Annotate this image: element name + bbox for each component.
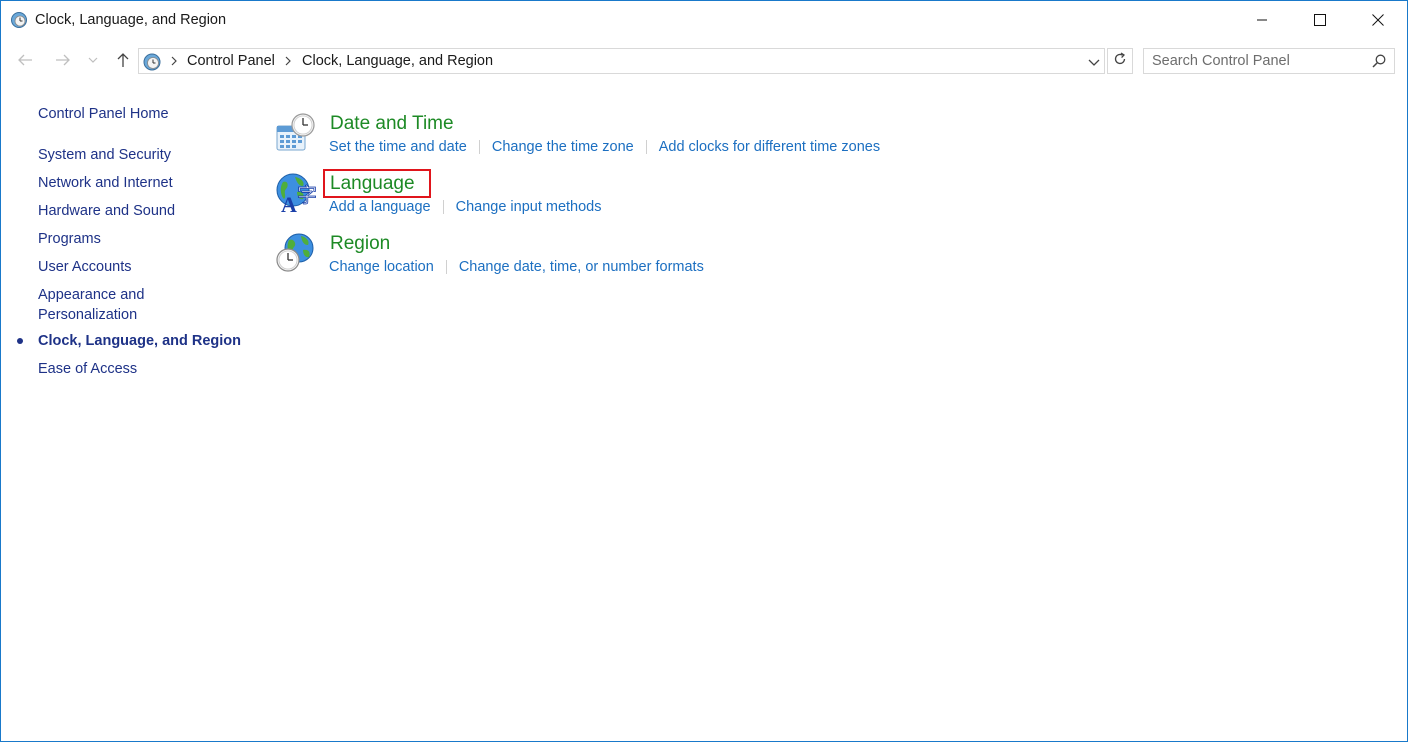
add-language-link[interactable]: Add a language bbox=[329, 197, 431, 217]
svg-text:A: A bbox=[281, 192, 297, 214]
search-icon[interactable] bbox=[1372, 54, 1386, 73]
change-formats-link[interactable]: Change date, time, or number formats bbox=[459, 257, 704, 277]
navigation-bar: Control Panel Clock, Language, and Regio… bbox=[1, 45, 1407, 77]
change-location-link[interactable]: Change location bbox=[329, 257, 434, 277]
highlight-box bbox=[323, 169, 431, 198]
control-panel-location-icon bbox=[142, 52, 162, 72]
sidebar-item-system-security[interactable]: System and Security bbox=[38, 145, 171, 165]
sidebar-item-clock-language-region[interactable]: Clock, Language, and Region bbox=[38, 331, 241, 351]
change-input-methods-link[interactable]: Change input methods bbox=[456, 197, 602, 217]
up-arrow-icon[interactable] bbox=[112, 49, 134, 71]
svg-text:字: 字 bbox=[297, 183, 317, 207]
language-tasks: Add a language Change input methods bbox=[329, 197, 602, 217]
refresh-button[interactable] bbox=[1107, 48, 1133, 74]
link-divider bbox=[442, 200, 444, 214]
search-box[interactable] bbox=[1143, 48, 1395, 74]
sidebar-item-programs[interactable]: Programs bbox=[38, 229, 101, 249]
sidebar-item-ease-of-access[interactable]: Ease of Access bbox=[38, 359, 137, 379]
close-button[interactable] bbox=[1349, 1, 1407, 39]
sidebar-item-appearance-line1[interactable]: Appearance and bbox=[38, 285, 144, 305]
sidebar-item-network-internet[interactable]: Network and Internet bbox=[38, 173, 173, 193]
sidebar-item-user-accounts[interactable]: User Accounts bbox=[38, 257, 132, 277]
add-clocks-link[interactable]: Add clocks for different time zones bbox=[659, 137, 880, 157]
address-dropdown-chevron-icon[interactable] bbox=[1086, 54, 1102, 70]
link-divider bbox=[645, 140, 647, 154]
date-time-tasks: Set the time and date Change the time zo… bbox=[329, 137, 880, 157]
link-divider bbox=[445, 260, 447, 274]
date-time-icon bbox=[275, 112, 317, 154]
back-arrow-icon[interactable] bbox=[14, 49, 36, 71]
change-time-zone-link[interactable]: Change the time zone bbox=[492, 137, 634, 157]
maximize-button[interactable] bbox=[1291, 1, 1349, 39]
breadcrumb-separator-icon[interactable] bbox=[170, 55, 178, 69]
control-panel-clock-icon bbox=[10, 11, 28, 29]
window-title: Clock, Language, and Region bbox=[35, 12, 227, 28]
breadcrumb-control-panel[interactable]: Control Panel bbox=[187, 53, 275, 69]
set-time-date-link[interactable]: Set the time and date bbox=[329, 137, 467, 157]
sidebar-item-hardware-sound[interactable]: Hardware and Sound bbox=[38, 201, 175, 221]
control-panel-window: Clock, Language, and Region Control Pane… bbox=[0, 0, 1408, 742]
refresh-icon bbox=[1113, 51, 1127, 71]
breadcrumb-separator-icon[interactable] bbox=[284, 55, 292, 69]
minimize-button[interactable] bbox=[1233, 1, 1291, 39]
current-item-bullet bbox=[17, 338, 23, 344]
address-bar[interactable]: Control Panel Clock, Language, and Regio… bbox=[138, 48, 1105, 74]
date-time-link[interactable]: Date and Time bbox=[330, 112, 454, 136]
sidebar-item-control-panel-home[interactable]: Control Panel Home bbox=[38, 104, 169, 124]
title-bar: Clock, Language, and Region bbox=[1, 1, 1407, 39]
region-globe-clock-icon bbox=[275, 232, 317, 274]
link-divider bbox=[478, 140, 480, 154]
recent-locations-chevron-icon[interactable] bbox=[84, 49, 102, 71]
breadcrumb-clock-language-region[interactable]: Clock, Language, and Region bbox=[302, 53, 493, 69]
forward-arrow-icon[interactable] bbox=[52, 49, 74, 71]
search-input[interactable] bbox=[1152, 52, 1362, 70]
language-globe-icon: A 字 bbox=[275, 172, 317, 217]
region-link[interactable]: Region bbox=[330, 232, 390, 256]
region-tasks: Change location Change date, time, or nu… bbox=[329, 257, 704, 277]
sidebar-item-appearance-line2[interactable]: Personalization bbox=[38, 305, 137, 325]
